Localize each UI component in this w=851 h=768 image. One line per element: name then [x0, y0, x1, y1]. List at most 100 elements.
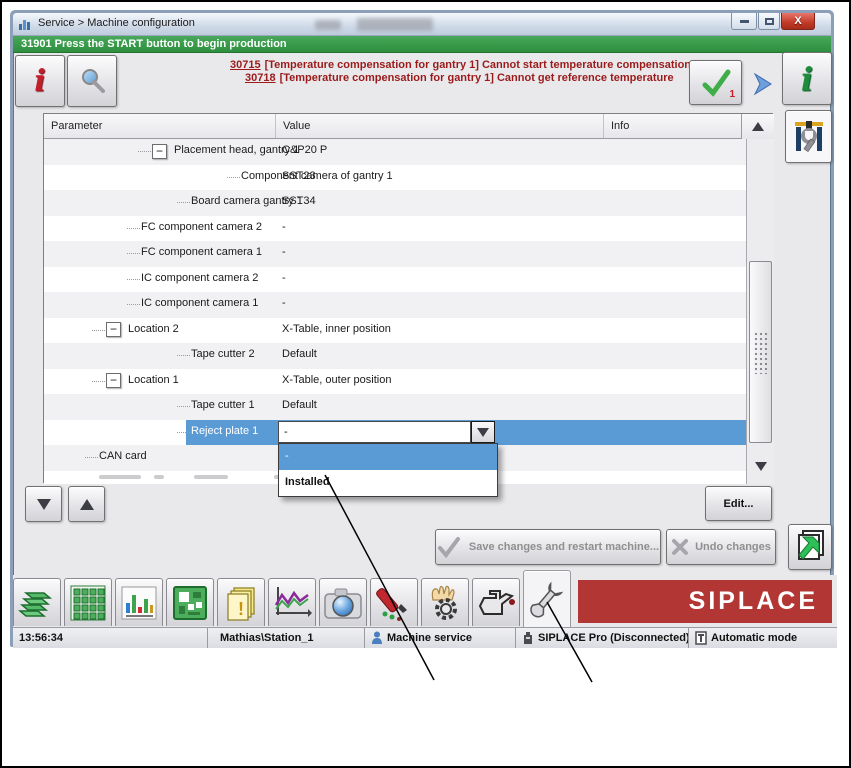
error-text: [Temperature compensation for gantry 1] … — [279, 72, 674, 84]
app-window: Service > Machine configuration X 31901 … — [10, 10, 837, 648]
pcb-stack-icon — [18, 585, 56, 621]
statistics-button[interactable] — [115, 578, 163, 626]
manual-gear-button[interactable] — [421, 578, 469, 626]
table-row[interactable]: Component camera of gantry 1 SST23 — [44, 164, 746, 190]
value-combobox[interactable]: - — [278, 421, 471, 443]
tree-connector — [177, 406, 190, 407]
row-label: CAN card — [99, 450, 147, 462]
row-label: Location 1 — [128, 373, 179, 386]
combobox-dropdown-button[interactable] — [471, 421, 495, 443]
save-restart-button[interactable]: Save changes and restart machine... — [435, 529, 661, 565]
triangle-up-icon — [752, 122, 764, 131]
error-line[interactable]: 30715 [Temperature compensation for gantr… — [230, 59, 691, 72]
table-row[interactable]: IC component camera 2 - — [44, 266, 746, 292]
machine-service-icon — [792, 119, 826, 155]
marker-icon — [375, 584, 413, 622]
next-message-icon[interactable] — [750, 70, 776, 98]
table-row[interactable]: Board camera gantry 1 SST34 — [44, 190, 746, 216]
grip-dots-icon — [754, 332, 768, 374]
table-row[interactable]: − Location 2 X-Table, inner position — [44, 317, 746, 343]
undo-changes-button[interactable]: Undo changes — [666, 529, 776, 565]
close-button[interactable]: X — [781, 13, 815, 30]
station-text: Mathias\Station_1 — [220, 632, 314, 644]
column-header-parameter[interactable]: Parameter — [44, 114, 276, 138]
tree-connector — [177, 431, 190, 433]
component-grid-button[interactable] — [64, 578, 112, 626]
move-up-button[interactable] — [68, 486, 105, 522]
redacted-text — [315, 20, 341, 30]
error-info-button[interactable]: i — [15, 55, 65, 107]
clipped-text — [99, 474, 141, 479]
error-code-link[interactable]: 30715 — [230, 59, 261, 71]
row-value: SST23 — [282, 169, 316, 182]
error-code-link[interactable]: 30718 — [245, 72, 276, 84]
dropdown-item[interactable]: Installed — [279, 470, 497, 496]
x-icon-gray — [671, 538, 689, 556]
error-log-button[interactable]: ! — [217, 578, 265, 626]
marker-button[interactable] — [370, 578, 418, 626]
close-icon: X — [794, 15, 802, 27]
tree-connector — [177, 202, 190, 203]
row-value: - — [282, 271, 286, 284]
scrollbar-thumb[interactable] — [749, 261, 772, 443]
table-row[interactable]: Tape cutter 1 Default — [44, 394, 746, 420]
vertical-scrollbar[interactable] — [746, 139, 774, 484]
error-line[interactable]: 30718 [Temperature compensation for gantr… — [230, 72, 691, 85]
table-row[interactable]: − Location 1 X-Table, outer position — [44, 368, 746, 394]
row-label: Location 2 — [128, 322, 179, 335]
row-value: X-Table, outer position — [282, 373, 392, 386]
board-view-button[interactable] — [166, 578, 214, 626]
scroll-up-button[interactable] — [741, 114, 774, 139]
scroll-down-button[interactable] — [747, 449, 775, 483]
table-row[interactable]: − Placement head, gantry 1 C&P20 P — [44, 139, 746, 165]
info-icon: i — [34, 63, 46, 99]
dropdown-item[interactable]: - — [279, 444, 497, 470]
row-value: - — [282, 297, 286, 309]
triangle-up-icon — [79, 498, 94, 510]
maximize-button[interactable] — [758, 13, 780, 30]
tree-connector — [227, 176, 240, 178]
collapse-toggle[interactable]: − — [106, 373, 121, 388]
help-info-button[interactable]: i — [782, 52, 832, 105]
row-label: Tape cutter 2 — [191, 348, 255, 360]
service-field: Machine service — [365, 628, 516, 648]
triangle-down-icon — [477, 427, 489, 437]
search-button[interactable] — [67, 55, 117, 107]
table-row[interactable]: FC component camera 1 - — [44, 241, 746, 267]
move-down-button[interactable] — [25, 486, 62, 522]
row-label: FC component camera 1 — [141, 246, 263, 258]
manual-gear-icon — [425, 584, 465, 622]
error-count-badge: 1 — [729, 89, 735, 100]
documentation-page: Service > Machine configuration X 31901 … — [0, 0, 851, 768]
value-dropdown-list: - Installed — [278, 443, 498, 497]
minimize-button[interactable] — [731, 13, 757, 30]
clipped-text — [194, 474, 228, 479]
undo-label: Undo changes — [695, 541, 771, 553]
pcb-stack-button[interactable] — [13, 578, 61, 626]
row-value: Default — [282, 399, 317, 411]
camera-button[interactable] — [319, 578, 367, 626]
window-controls: X — [730, 13, 815, 30]
machine-panel-button[interactable] — [785, 110, 832, 163]
statusbar: 13:56:34 Mathias\Station_1 Machine servi… — [13, 627, 837, 648]
check-icon-gray — [437, 536, 461, 558]
brand-banner: SIPLACE — [578, 580, 832, 623]
table-row[interactable]: Tape cutter 2 Default — [44, 343, 746, 369]
table-row[interactable]: Reject plate 1 - — [44, 419, 746, 445]
station-field: Mathias\Station_1 — [208, 628, 365, 648]
triangle-down-icon — [36, 498, 51, 510]
column-header-info[interactable]: Info — [604, 114, 741, 138]
collapse-toggle[interactable]: − — [152, 143, 167, 159]
lubrication-button[interactable] — [472, 578, 520, 626]
tree-connector — [138, 151, 151, 152]
collapse-toggle[interactable]: − — [106, 322, 121, 337]
trend-chart-button[interactable] — [268, 578, 316, 626]
table-row[interactable]: IC component camera 1 - — [44, 292, 746, 318]
column-header-value[interactable]: Value — [276, 114, 604, 138]
edit-button[interactable]: Edit... — [705, 486, 772, 521]
row-label: Component camera of gantry 1 — [241, 169, 393, 182]
exit-button[interactable] — [788, 524, 832, 570]
service-wrench-button[interactable] — [523, 570, 571, 627]
acknowledge-errors-button[interactable]: 1 — [689, 60, 742, 105]
table-row[interactable]: FC component camera 2 - — [44, 215, 746, 241]
